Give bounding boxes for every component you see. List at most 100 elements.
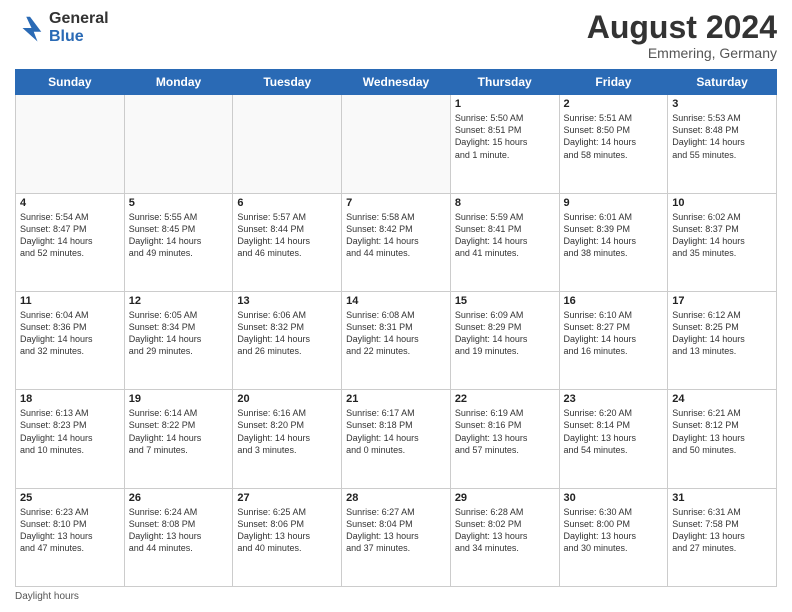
- calendar-cell: 9 Sunrise: 6:01 AM Sunset: 8:39 PM Daylig…: [559, 193, 668, 291]
- page: General Blue August 2024 Emmering, Germa…: [0, 0, 792, 612]
- day-info: Sunrise: 6:08 AM Sunset: 8:31 PM Dayligh…: [346, 309, 446, 358]
- day-number: 25: [20, 492, 120, 504]
- day-info: Sunrise: 6:01 AM Sunset: 8:39 PM Dayligh…: [564, 211, 664, 260]
- calendar-cell: 11 Sunrise: 6:04 AM Sunset: 8:36 PM Dayli…: [16, 291, 125, 389]
- calendar-cell: 21 Sunrise: 6:17 AM Sunset: 8:18 PM Dayli…: [342, 390, 451, 488]
- calendar-cell: 26 Sunrise: 6:24 AM Sunset: 8:08 PM Dayli…: [124, 488, 233, 586]
- day-number: 5: [129, 197, 229, 209]
- calendar-cell: 2 Sunrise: 5:51 AM Sunset: 8:50 PM Daylig…: [559, 95, 668, 193]
- calendar-cell: [233, 95, 342, 193]
- calendar-cell: 14 Sunrise: 6:08 AM Sunset: 8:31 PM Dayli…: [342, 291, 451, 389]
- week-row-3: 18 Sunrise: 6:13 AM Sunset: 8:23 PM Dayli…: [16, 390, 777, 488]
- calendar-cell: [16, 95, 125, 193]
- day-number: 12: [129, 295, 229, 307]
- day-info: Sunrise: 6:30 AM Sunset: 8:00 PM Dayligh…: [564, 506, 664, 555]
- day-number: 7: [346, 197, 446, 209]
- calendar-cell: 30 Sunrise: 6:30 AM Sunset: 8:00 PM Dayli…: [559, 488, 668, 586]
- calendar-cell: 15Sunrise: 6:09 AM Sunset: 8:29 PM Dayli…: [450, 291, 559, 389]
- day-number: 2: [564, 98, 664, 110]
- calendar-cell: 17 Sunrise: 6:12 AM Sunset: 8:25 PM Dayli…: [668, 291, 777, 389]
- week-row-1: 4Sunrise: 5:54 AM Sunset: 8:47 PM Daylig…: [16, 193, 777, 291]
- day-info: Sunrise: 6:02 AM Sunset: 8:37 PM Dayligh…: [672, 211, 772, 260]
- day-info: Sunrise: 6:19 AM Sunset: 8:16 PM Dayligh…: [455, 407, 555, 456]
- day-info: Sunrise: 6:12 AM Sunset: 8:25 PM Dayligh…: [672, 309, 772, 358]
- calendar-cell: 28Sunrise: 6:27 AM Sunset: 8:04 PM Dayli…: [342, 488, 451, 586]
- logo: General Blue: [15, 10, 109, 45]
- day-number: 1: [455, 98, 555, 110]
- day-info: Sunrise: 6:20 AM Sunset: 8:14 PM Dayligh…: [564, 407, 664, 456]
- day-info: Sunrise: 6:16 AM Sunset: 8:20 PM Dayligh…: [237, 407, 337, 456]
- day-info: Sunrise: 6:24 AM Sunset: 8:08 PM Dayligh…: [129, 506, 229, 555]
- calendar-cell: 24 Sunrise: 6:21 AM Sunset: 8:12 PM Dayli…: [668, 390, 777, 488]
- day-number: 21: [346, 393, 446, 405]
- day-number: 20: [237, 393, 337, 405]
- logo-blue-text: Blue: [49, 28, 109, 46]
- day-number: 31: [672, 492, 772, 504]
- day-info: Sunrise: 6:21 AM Sunset: 8:12 PM Dayligh…: [672, 407, 772, 456]
- logo-icon: [15, 13, 45, 43]
- day-number: 13: [237, 295, 337, 307]
- calendar-cell: 31Sunrise: 6:31 AM Sunset: 7:58 PM Dayli…: [668, 488, 777, 586]
- week-row-2: 11 Sunrise: 6:04 AM Sunset: 8:36 PM Dayli…: [16, 291, 777, 389]
- day-info: Sunrise: 5:54 AM Sunset: 8:47 PM Dayligh…: [20, 211, 120, 260]
- calendar-cell: 12 Sunrise: 6:05 AM Sunset: 8:34 PM Dayli…: [124, 291, 233, 389]
- day-info: Sunrise: 5:57 AM Sunset: 8:44 PM Dayligh…: [237, 211, 337, 260]
- day-info: Sunrise: 5:55 AM Sunset: 8:45 PM Dayligh…: [129, 211, 229, 260]
- calendar-cell: [342, 95, 451, 193]
- day-info: Sunrise: 6:23 AM Sunset: 8:10 PM Dayligh…: [20, 506, 120, 555]
- calendar-header-row: SundayMondayTuesdayWednesdayThursdayFrid…: [16, 70, 777, 95]
- calendar-cell: 13 Sunrise: 6:06 AM Sunset: 8:32 PM Dayli…: [233, 291, 342, 389]
- calendar-cell: 10 Sunrise: 6:02 AM Sunset: 8:37 PM Dayli…: [668, 193, 777, 291]
- logo-general-text: General: [49, 10, 109, 28]
- day-number: 24: [672, 393, 772, 405]
- day-info: Sunrise: 6:14 AM Sunset: 8:22 PM Dayligh…: [129, 407, 229, 456]
- day-info: Sunrise: 5:53 AM Sunset: 8:48 PM Dayligh…: [672, 112, 772, 161]
- calendar-cell: 25 Sunrise: 6:23 AM Sunset: 8:10 PM Dayli…: [16, 488, 125, 586]
- calendar-cell: 8Sunrise: 5:59 AM Sunset: 8:41 PM Daylig…: [450, 193, 559, 291]
- day-header-monday: Monday: [124, 70, 233, 95]
- day-number: 9: [564, 197, 664, 209]
- calendar-cell: 4Sunrise: 5:54 AM Sunset: 8:47 PM Daylig…: [16, 193, 125, 291]
- day-info: Sunrise: 6:28 AM Sunset: 8:02 PM Dayligh…: [455, 506, 555, 555]
- calendar-cell: 3Sunrise: 5:53 AM Sunset: 8:48 PM Daylig…: [668, 95, 777, 193]
- calendar-cell: 16 Sunrise: 6:10 AM Sunset: 8:27 PM Dayli…: [559, 291, 668, 389]
- day-info: Sunrise: 6:17 AM Sunset: 8:18 PM Dayligh…: [346, 407, 446, 456]
- day-number: 28: [346, 492, 446, 504]
- calendar-table: SundayMondayTuesdayWednesdayThursdayFrid…: [15, 69, 777, 587]
- day-number: 30: [564, 492, 664, 504]
- day-number: 29: [455, 492, 555, 504]
- day-number: 16: [564, 295, 664, 307]
- day-number: 17: [672, 295, 772, 307]
- day-number: 26: [129, 492, 229, 504]
- day-info: Sunrise: 6:05 AM Sunset: 8:34 PM Dayligh…: [129, 309, 229, 358]
- calendar-cell: 1 Sunrise: 5:50 AM Sunset: 8:51 PM Daylig…: [450, 95, 559, 193]
- day-number: 18: [20, 393, 120, 405]
- day-number: 22: [455, 393, 555, 405]
- logo-text: General Blue: [49, 10, 109, 45]
- day-number: 6: [237, 197, 337, 209]
- day-info: Sunrise: 5:58 AM Sunset: 8:42 PM Dayligh…: [346, 211, 446, 260]
- day-number: 19: [129, 393, 229, 405]
- header: General Blue August 2024 Emmering, Germa…: [15, 10, 777, 61]
- week-row-0: 1 Sunrise: 5:50 AM Sunset: 8:51 PM Daylig…: [16, 95, 777, 193]
- day-number: 11: [20, 295, 120, 307]
- day-info: Sunrise: 6:04 AM Sunset: 8:36 PM Dayligh…: [20, 309, 120, 358]
- calendar-title: August 2024: [587, 10, 777, 45]
- calendar-cell: 29 Sunrise: 6:28 AM Sunset: 8:02 PM Dayli…: [450, 488, 559, 586]
- footer-note: Daylight hours: [15, 591, 777, 602]
- calendar-cell: 22 Sunrise: 6:19 AM Sunset: 8:16 PM Dayli…: [450, 390, 559, 488]
- day-info: Sunrise: 6:10 AM Sunset: 8:27 PM Dayligh…: [564, 309, 664, 358]
- calendar-cell: 18 Sunrise: 6:13 AM Sunset: 8:23 PM Dayli…: [16, 390, 125, 488]
- day-info: Sunrise: 5:50 AM Sunset: 8:51 PM Dayligh…: [455, 112, 555, 161]
- day-number: 14: [346, 295, 446, 307]
- week-row-4: 25 Sunrise: 6:23 AM Sunset: 8:10 PM Dayli…: [16, 488, 777, 586]
- day-info: Sunrise: 6:13 AM Sunset: 8:23 PM Dayligh…: [20, 407, 120, 456]
- day-header-friday: Friday: [559, 70, 668, 95]
- day-info: Sunrise: 6:06 AM Sunset: 8:32 PM Dayligh…: [237, 309, 337, 358]
- day-number: 8: [455, 197, 555, 209]
- title-block: August 2024 Emmering, Germany: [587, 10, 777, 61]
- day-info: Sunrise: 6:25 AM Sunset: 8:06 PM Dayligh…: [237, 506, 337, 555]
- day-info: Sunrise: 5:51 AM Sunset: 8:50 PM Dayligh…: [564, 112, 664, 161]
- calendar-cell: 19 Sunrise: 6:14 AM Sunset: 8:22 PM Dayli…: [124, 390, 233, 488]
- day-number: 10: [672, 197, 772, 209]
